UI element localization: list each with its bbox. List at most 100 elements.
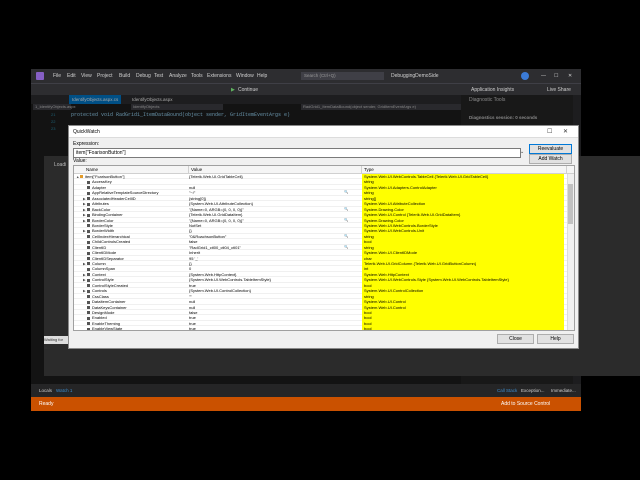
cell-name-text: ClientIDSeparator [92, 255, 124, 261]
property-icon [87, 218, 90, 222]
minimize-icon[interactable]: — [541, 73, 546, 79]
property-icon [87, 262, 90, 266]
cell-name-text: CssClass [92, 293, 109, 299]
property-icon [87, 284, 90, 288]
menu-window[interactable]: Window [236, 73, 254, 79]
property-icon [87, 180, 90, 184]
cell-name-text: Controls [92, 288, 107, 294]
cell-name-text: DesignMode [92, 309, 115, 315]
cell-name-text: DataKeysContainer [92, 304, 127, 310]
close-icon[interactable]: ✕ [563, 128, 568, 135]
chevron-down-icon[interactable]: ⌄ [520, 149, 524, 155]
menu-help[interactable]: Help [257, 73, 267, 79]
cell-name-text: CellIndexHierarchical [92, 233, 130, 239]
property-icon [87, 202, 90, 206]
cell-name-text: BackColor [92, 206, 111, 212]
property-icon [87, 305, 90, 309]
menu-project[interactable]: Project [97, 73, 113, 79]
cell-name-text: DataItemContainer [92, 299, 126, 305]
cell-value[interactable]: true [189, 326, 359, 330]
cell-name-text: Column [92, 261, 106, 266]
scrollbar-thumb[interactable] [568, 184, 573, 224]
cell-name-text: BindingContainer [92, 212, 123, 218]
expression-input[interactable]: item["FoarisonButton"] [73, 148, 521, 158]
tab-call-stack[interactable]: Call Stack [497, 388, 517, 393]
tab-locals[interactable]: Locals [39, 388, 52, 393]
maximize-icon[interactable]: ☐ [554, 73, 558, 79]
browser-tab[interactable]: Loadi [54, 162, 66, 168]
continue-button[interactable]: Continue [238, 87, 258, 93]
tab-exception-settings[interactable]: Exception... [521, 388, 545, 393]
cell-name-text: Adapter [92, 184, 107, 190]
property-icon [87, 208, 90, 212]
application-insights-button[interactable]: Application Insights [471, 87, 514, 93]
tab-watch1[interactable]: Watch 1 [56, 388, 72, 393]
help-button[interactable]: Help [537, 334, 574, 344]
property-icon [87, 300, 90, 304]
menu-analyze[interactable]: Analyze [169, 73, 187, 79]
menu-bar: File Edit View Project Build Debug Test … [31, 69, 581, 83]
column-header-type[interactable]: Type [362, 166, 567, 173]
maximize-icon[interactable]: ☐ [547, 128, 552, 135]
property-icon [87, 186, 90, 190]
cell-name-text: ClientIDMode [92, 250, 117, 256]
cell-name-text: AppRelativeTemplateSourceDirectory [92, 190, 159, 196]
cell-name-text: item["FcarisonButton"] [85, 174, 125, 179]
live-share-button[interactable]: Live Share [547, 87, 571, 93]
bottom-panel-tabs: Locals Watch 1 Call Stack Exception... I… [31, 384, 581, 397]
grid-rows: ▲ item["FcarisonButton"] {Telerik.Web.UI.G… [74, 174, 574, 331]
cell-name-text: AssociatedHeaderCellID [92, 195, 136, 201]
tab-immediate[interactable]: Immediate... [551, 388, 576, 393]
menu-tools[interactable]: Tools [191, 73, 203, 79]
search-input[interactable]: Search (Ctrl+Q) [301, 72, 384, 80]
property-icon [87, 273, 90, 277]
property-icon [87, 191, 90, 195]
dialog-title: QuickWatch [73, 129, 100, 135]
close-button[interactable]: Close [497, 334, 534, 344]
property-icon [87, 229, 90, 233]
property-icon [87, 289, 90, 293]
menu-file[interactable]: File [53, 73, 61, 79]
close-icon[interactable]: ✕ [568, 73, 572, 79]
menu-view[interactable]: View [81, 73, 92, 79]
property-icon [87, 235, 90, 239]
property-icon [87, 197, 90, 201]
add-watch-button[interactable]: Add Watch [529, 154, 572, 164]
menu-debug[interactable]: Debug [136, 73, 151, 79]
solution-title: DebuggingDemoSide [391, 73, 439, 79]
menu-extensions[interactable]: Extensions [207, 73, 231, 79]
table-row[interactable]: EnableViewState true bool [74, 326, 574, 331]
column-header-value[interactable]: Value [189, 166, 362, 173]
cell-name-text: ClientID [92, 244, 107, 250]
property-icon [87, 295, 90, 299]
cell-name-text: EnableViewState [92, 326, 123, 331]
column-header-name[interactable]: Name [74, 166, 189, 173]
cell-name-text: AccessKey [92, 179, 112, 185]
status-ready: Ready [39, 401, 54, 407]
add-to-source-control-button[interactable]: Add to Source Control [501, 401, 550, 407]
menu-test[interactable]: Test [154, 73, 163, 79]
property-icon [87, 311, 90, 315]
property-icon [87, 224, 90, 228]
property-icon [87, 322, 90, 326]
dialog-title-bar: QuickWatch ☐ ✕ [69, 126, 578, 138]
reevaluate-button[interactable]: Reevaluate [529, 144, 572, 154]
quickwatch-dialog: QuickWatch ☐ ✕ Expression: item["Foariso… [68, 125, 579, 349]
cell-name-text: ControlStyleCreated [92, 282, 129, 288]
continue-icon[interactable]: ▶ [231, 87, 235, 93]
menu-build[interactable]: Build [119, 73, 130, 79]
menu-edit[interactable]: Edit [67, 73, 76, 79]
property-icon [87, 278, 90, 282]
property-icon [87, 327, 90, 330]
property-icon [80, 175, 83, 179]
property-icon [87, 240, 90, 244]
cell-name-text: Enabled [92, 315, 107, 321]
cell-name-text: BorderStyle [92, 222, 113, 228]
property-icon [87, 267, 90, 271]
cell-name-text: ChildControlsCreated [92, 239, 131, 245]
cell-name-text: ControlStyle [92, 277, 114, 283]
property-icon [87, 257, 90, 260]
cell-name-text: ColumnSpan [92, 266, 116, 272]
cell-name-text: Attributes [92, 201, 109, 207]
user-avatar[interactable] [521, 72, 529, 80]
